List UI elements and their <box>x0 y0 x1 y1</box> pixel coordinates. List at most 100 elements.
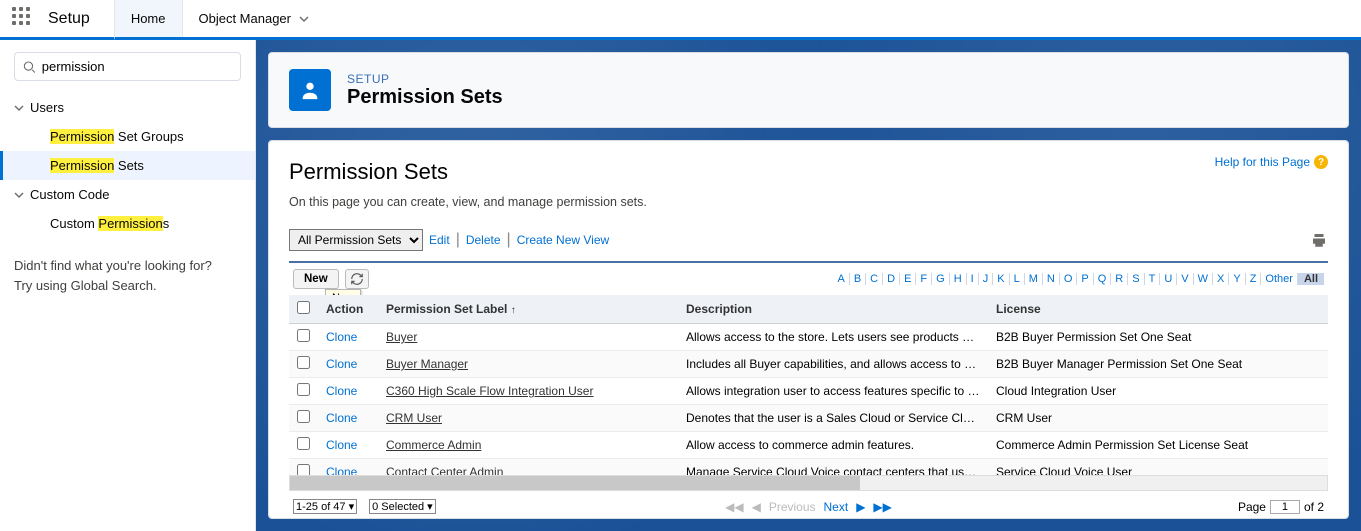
edit-view-link[interactable]: Edit <box>429 233 450 247</box>
row-description: Includes all Buyer capabilities, and all… <box>678 351 988 378</box>
permission-set-link[interactable]: Buyer Manager <box>386 357 468 371</box>
refresh-button[interactable] <box>345 269 369 289</box>
row-checkbox[interactable] <box>297 356 310 369</box>
permission-set-link[interactable]: Contact Center Admin <box>386 465 503 475</box>
print-icon[interactable] <box>1310 231 1328 249</box>
alpha-I[interactable]: I <box>967 273 979 285</box>
next-link[interactable]: Next <box>824 500 849 514</box>
permission-set-link[interactable]: CRM User <box>386 411 442 425</box>
row-description: Manage Service Cloud Voice contact cente… <box>678 459 988 476</box>
app-launcher-icon[interactable] <box>12 7 36 31</box>
alpha-K[interactable]: K <box>993 273 1009 285</box>
select-all-checkbox[interactable] <box>297 301 310 314</box>
selected-count[interactable]: 0 Selected ▾ <box>369 499 436 514</box>
alpha-U[interactable]: U <box>1160 273 1177 285</box>
table-scroll[interactable]: Action Permission Set Label ↑ Descriptio… <box>289 295 1328 475</box>
sidebar-item-permission-sets[interactable]: Permission Sets <box>0 151 255 180</box>
alpha-E[interactable]: E <box>900 273 916 285</box>
col-label[interactable]: Permission Set Label ↑ <box>378 295 678 324</box>
row-checkbox[interactable] <box>297 329 310 342</box>
alpha-other[interactable]: Other <box>1261 273 1298 285</box>
row-license: Commerce Admin Permission Set License Se… <box>988 432 1328 459</box>
alpha-W[interactable]: W <box>1194 273 1213 285</box>
alpha-B[interactable]: B <box>850 273 866 285</box>
row-license: Cloud Integration User <box>988 378 1328 405</box>
alpha-V[interactable]: V <box>1177 273 1193 285</box>
view-select[interactable]: All Permission Sets <box>289 229 423 251</box>
alpha-R[interactable]: R <box>1111 273 1128 285</box>
new-button[interactable]: New <box>293 269 339 289</box>
alpha-F[interactable]: F <box>916 273 932 285</box>
table-row: Clone Contact Center Admin Manage Service … <box>289 459 1328 476</box>
search-input[interactable] <box>42 59 232 74</box>
alpha-S[interactable]: S <box>1128 273 1144 285</box>
sidebar-search[interactable] <box>14 52 241 81</box>
sidebar-item-custom-permissions[interactable]: Custom Permissions <box>0 209 255 238</box>
alpha-Y[interactable]: Y <box>1229 273 1245 285</box>
page-header: SETUP Permission Sets <box>268 52 1349 128</box>
page-title: Permission Sets <box>347 86 503 109</box>
alpha-C[interactable]: C <box>866 273 883 285</box>
alpha-M[interactable]: M <box>1025 273 1043 285</box>
clone-link[interactable]: Clone <box>326 384 357 398</box>
nav-object-manager[interactable]: Object Manager <box>182 0 326 37</box>
clone-link[interactable]: Clone <box>326 357 357 371</box>
alpha-P[interactable]: P <box>1077 273 1093 285</box>
table-row: CloneCommerce AdminAllow access to comme… <box>289 432 1328 459</box>
search-icon <box>23 60 36 74</box>
row-checkbox[interactable] <box>297 464 310 475</box>
alpha-X[interactable]: X <box>1213 273 1229 285</box>
clone-link[interactable]: Clone <box>326 411 357 425</box>
tree-users[interactable]: Users <box>0 93 255 122</box>
permission-sets-table: Action Permission Set Label ↑ Descriptio… <box>289 295 1328 475</box>
alpha-all[interactable]: All <box>1298 273 1324 285</box>
heading: Permission Sets <box>289 159 1328 185</box>
sidebar-item-permission-set-groups[interactable]: Permission Set Groups <box>0 122 255 151</box>
page-input[interactable] <box>1270 500 1300 514</box>
clone-link[interactable]: Clone <box>326 465 357 475</box>
row-checkbox[interactable] <box>297 437 310 450</box>
alpha-Q[interactable]: Q <box>1094 273 1112 285</box>
alpha-G[interactable]: G <box>932 273 950 285</box>
row-description: Allows integration user to access featur… <box>678 378 988 405</box>
alpha-O[interactable]: O <box>1060 273 1078 285</box>
chevron-down-icon <box>14 103 24 113</box>
content-card: Help for this Page ? Permission Sets On … <box>268 140 1349 519</box>
permission-set-link[interactable]: Commerce Admin <box>386 438 481 452</box>
col-action[interactable]: Action <box>318 295 378 324</box>
chevron-down-icon <box>299 14 309 24</box>
col-license[interactable]: License <box>988 295 1328 324</box>
alpha-J[interactable]: J <box>979 273 994 285</box>
horizontal-scrollbar[interactable] <box>289 475 1328 491</box>
refresh-icon <box>350 272 364 286</box>
permission-set-link[interactable]: Buyer <box>386 330 417 344</box>
topnav: Home Object Manager <box>114 0 325 37</box>
clone-link[interactable]: Clone <box>326 438 357 452</box>
alpha-Z[interactable]: Z <box>1246 273 1262 285</box>
last-page-icon[interactable]: ▶▶ <box>873 500 891 514</box>
next-page-icon[interactable]: ▶ <box>856 500 865 514</box>
topbar: Setup Home Object Manager <box>0 0 1361 40</box>
delete-view-link[interactable]: Delete <box>466 233 501 247</box>
range-select[interactable]: 1-25 of 47 ▾ <box>293 499 357 514</box>
alpha-D[interactable]: D <box>883 273 900 285</box>
alpha-L[interactable]: L <box>1010 273 1025 285</box>
chevron-down-icon <box>14 190 24 200</box>
alpha-T[interactable]: T <box>1145 273 1161 285</box>
create-view-link[interactable]: Create New View <box>517 233 609 247</box>
tree-custom-code[interactable]: Custom Code <box>0 180 255 209</box>
row-checkbox[interactable] <box>297 383 310 396</box>
row-license: CRM User <box>988 405 1328 432</box>
clone-link[interactable]: Clone <box>326 330 357 344</box>
help-link[interactable]: Help for this Page ? <box>1215 155 1328 169</box>
sort-up-icon: ↑ <box>511 305 516 316</box>
col-description[interactable]: Description <box>678 295 988 324</box>
alpha-N[interactable]: N <box>1043 273 1060 285</box>
alpha-H[interactable]: H <box>950 273 967 285</box>
nav-home[interactable]: Home <box>114 0 182 40</box>
row-license: B2B Buyer Permission Set One Seat <box>988 324 1328 351</box>
permission-set-link[interactable]: C360 High Scale Flow Integration User <box>386 384 593 398</box>
alpha-A[interactable]: A <box>833 273 849 285</box>
table-row: Clone C360 High Scale Flow Integration Us… <box>289 378 1328 405</box>
row-checkbox[interactable] <box>297 410 310 423</box>
